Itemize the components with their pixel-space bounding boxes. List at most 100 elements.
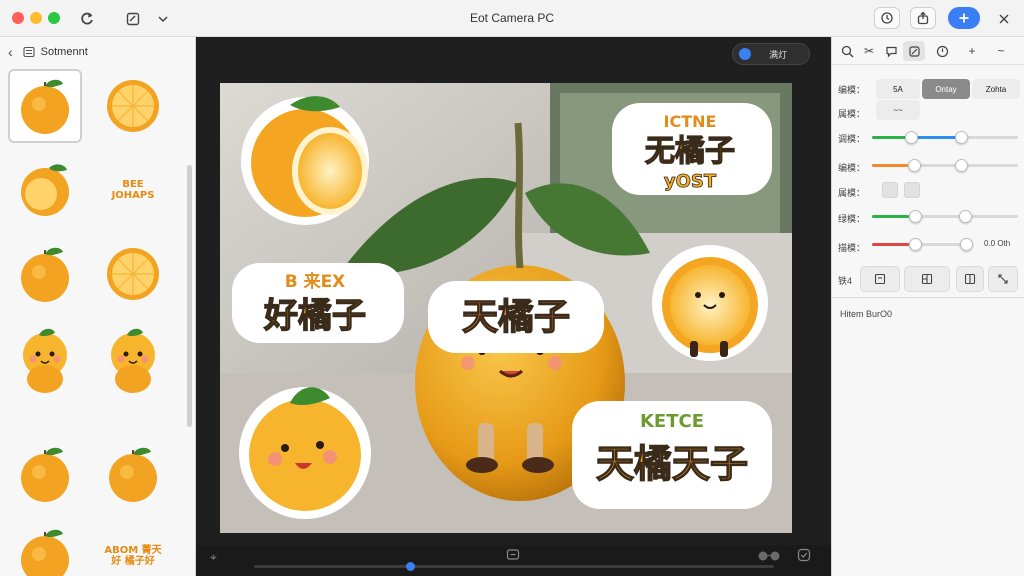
search-icon[interactable] [836, 41, 858, 61]
sticker-thumb[interactable]: BEE JOHAPS [96, 153, 170, 227]
plus-icon [959, 13, 969, 23]
sticker-orange-half[interactable] [241, 96, 369, 225]
sticker-left-top-text: B 来EX [285, 271, 346, 292]
slider-knob[interactable] [960, 238, 973, 251]
text-sticker-left[interactable]: B 来EX 好橘子 [232, 263, 404, 343]
columns-icon [964, 273, 976, 285]
mode-pill[interactable]: 满灯 [732, 43, 810, 65]
share-icon [917, 11, 929, 25]
sticker-thumb[interactable] [8, 325, 82, 399]
row-label-6: 绿模： [838, 214, 866, 224]
add-button[interactable] [948, 7, 980, 29]
check-icon[interactable] [797, 548, 811, 567]
swatch-2[interactable] [904, 182, 920, 198]
slider-knob[interactable] [955, 159, 968, 172]
info-icon[interactable] [931, 41, 953, 61]
sticker-thumb[interactable] [8, 153, 82, 227]
sticker-thumb[interactable] [96, 237, 170, 311]
sticker-library-panel: ‹ Sotmennt BEE JOHAPS ABOM 菁天好 橘子好 [0, 37, 196, 576]
minimize-window-button[interactable] [30, 12, 42, 24]
close-icon[interactable] [993, 8, 1015, 30]
segment-zohta[interactable]: Zohta [972, 79, 1020, 99]
edit-icon[interactable] [122, 8, 144, 30]
timeline-knob[interactable] [406, 562, 415, 571]
align-center-button[interactable] [904, 266, 950, 292]
sticker-center-main-text: 天橘子 [462, 297, 570, 338]
icon-row-label: 铁4 [838, 276, 853, 286]
sticker-thumb[interactable] [8, 437, 82, 511]
back-icon[interactable]: ‹ [8, 44, 13, 60]
sticker-top-right-top-text: ICTNE [664, 112, 717, 131]
text-sticker-top-right[interactable]: ICTNE 无橘子 yOST [612, 103, 772, 195]
sticker-top-right-main-text: 无橘子 [645, 134, 735, 169]
frame-icon [874, 273, 886, 285]
row-label-1: 编模： [838, 85, 866, 95]
sticker-thumb[interactable]: ABOM 菁天好 橘子好 [96, 519, 170, 576]
info-text: Hitem BurO0 [840, 309, 893, 319]
slider-red[interactable] [872, 238, 973, 251]
grid-icon [921, 273, 933, 285]
slider-knob[interactable] [905, 131, 918, 144]
split-view-button[interactable] [956, 266, 984, 292]
title-bar: Eot Camera PC [0, 0, 1024, 37]
sticker-orange-slice[interactable] [652, 245, 768, 361]
bubble-icon[interactable] [880, 41, 902, 61]
slider-knob[interactable] [955, 131, 968, 144]
sticker-bottom-right-top-text: KETCE [640, 411, 704, 432]
text-sticker-center[interactable]: 天橘子 [428, 281, 604, 353]
slider-green[interactable] [872, 210, 1018, 223]
slider-knob[interactable] [909, 210, 922, 223]
more-icon[interactable]: ~ [990, 41, 1012, 61]
slider-knob[interactable] [909, 238, 922, 251]
resize-icon [998, 274, 1008, 284]
sticker-bottom-right-main-text: 天橘天子 [596, 442, 748, 486]
timeline-scrubber[interactable] [254, 565, 774, 568]
slider-orange[interactable] [872, 159, 1018, 172]
segment-ontay[interactable]: Ontay [922, 79, 970, 99]
library-title: Sotmennt [40, 46, 88, 58]
refresh-icon[interactable] [76, 8, 98, 30]
sticker-orange-character[interactable] [239, 387, 371, 519]
slider-value: 0.0 Oth [984, 239, 1011, 248]
canvas-area: 满灯 ICTNE 无橘子 yOST B 来EX 好橘子 天橘子 KETCE 天橘… [196, 37, 831, 576]
row-label-7: 描模： [838, 243, 866, 253]
swatch-1[interactable] [882, 182, 898, 198]
sticker-thumb[interactable] [8, 69, 82, 143]
close-window-button[interactable] [12, 12, 24, 24]
sticker-thumb[interactable] [8, 237, 82, 311]
plus-icon[interactable]: + [961, 41, 983, 61]
layers-icon[interactable] [903, 41, 925, 61]
sticker-thumb[interactable] [96, 325, 170, 399]
chevron-down-icon[interactable] [152, 8, 174, 30]
history-icon [881, 12, 893, 24]
sticker-thumb-text: ABOM 菁天好 橘子好 [104, 545, 162, 567]
align-left-button[interactable] [860, 266, 900, 292]
mode-pill-label: 满灯 [769, 49, 788, 60]
canvas-photo[interactable]: ICTNE 无橘子 yOST B 来EX 好橘子 天橘子 KETCE 天橘天子 [220, 83, 792, 533]
sticker-thumb[interactable] [8, 519, 82, 576]
segment-wave[interactable]: ~~ [876, 100, 920, 120]
slider-knob[interactable] [908, 159, 921, 172]
row-label-3: 调模： [838, 134, 866, 144]
zoom-window-button[interactable] [48, 12, 60, 24]
list-icon [23, 46, 35, 58]
slider-knob[interactable] [959, 210, 972, 223]
export-button[interactable] [910, 7, 936, 29]
slider-green-blue[interactable] [872, 131, 1018, 144]
tool-row: ✂ + ~ [832, 37, 1024, 65]
resize-button[interactable] [988, 266, 1018, 292]
library-header: ‹ Sotmennt [0, 37, 195, 67]
sticker-thumb[interactable] [96, 69, 170, 143]
sticker-tool-icon[interactable]: ✂ [858, 41, 880, 61]
fit-screen-icon[interactable]: ⌖ [210, 550, 217, 565]
library-scrollbar[interactable] [187, 165, 192, 427]
row-label-5: 属模： [838, 188, 866, 198]
row-label-2: 属模： [838, 109, 866, 119]
row-label-4: 编模： [838, 163, 866, 173]
divider [832, 297, 1024, 298]
segment-5a[interactable]: 5A [876, 79, 920, 99]
text-sticker-bottom-right[interactable]: KETCE 天橘天子 [572, 401, 772, 509]
mode-dot-icon [739, 48, 751, 60]
sticker-thumb[interactable] [96, 437, 170, 511]
history-button[interactable] [874, 7, 900, 29]
